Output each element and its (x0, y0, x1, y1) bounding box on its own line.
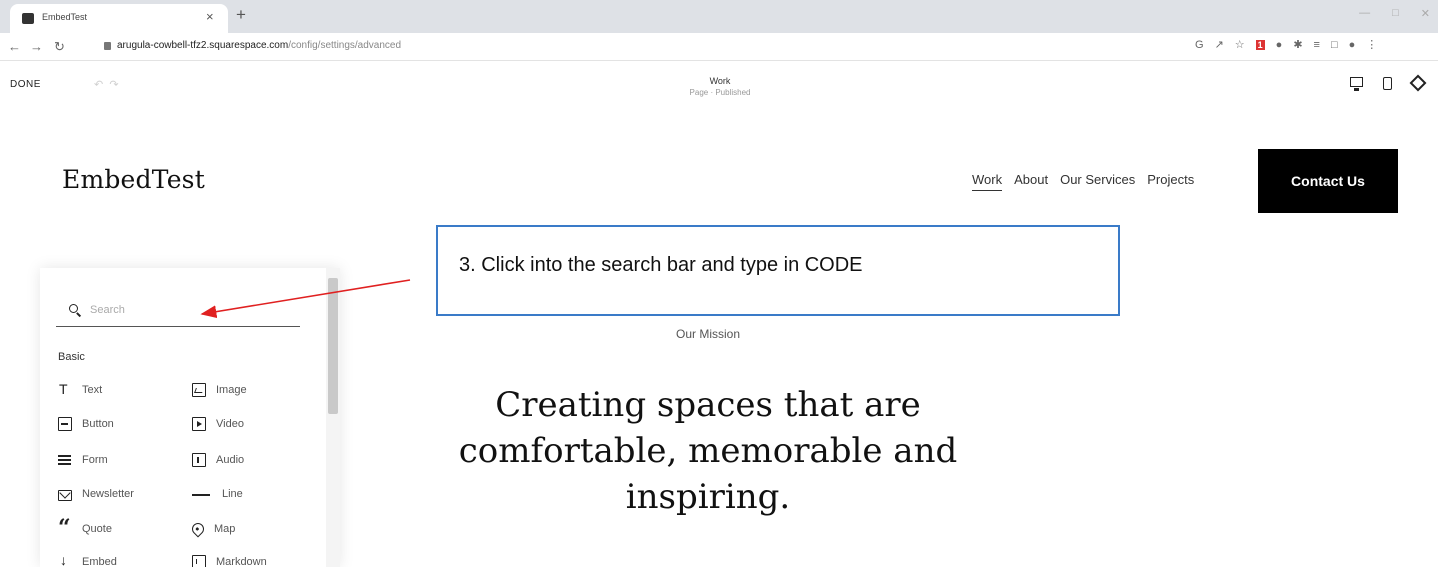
block-label: Video (216, 418, 244, 430)
block-label: Audio (216, 454, 245, 466)
forward-icon[interactable]: → (30, 39, 43, 54)
text-icon (58, 381, 72, 397)
block-label: Form (82, 454, 108, 466)
block-label: Button (82, 418, 114, 430)
page-title: Work (709, 76, 731, 86)
extension-color-icon[interactable]: ● (1276, 39, 1283, 51)
block-video[interactable]: Video (192, 416, 244, 432)
block-label: Embed (82, 556, 117, 567)
extension-icons: G ↗ ☆ 1 ● ✱ ≡ □ ● ⋮ (1195, 38, 1377, 52)
url-path: /config/settings/advanced (288, 40, 402, 51)
undo-redo: ↶ ↷ (94, 78, 119, 91)
done-button[interactable]: DONE (10, 79, 41, 90)
block-form[interactable]: Form (58, 452, 108, 468)
form-icon (58, 453, 72, 467)
back-icon[interactable]: ← (8, 39, 21, 54)
embed-icon (58, 552, 72, 567)
menu-icon[interactable]: ⋮ (1366, 38, 1377, 51)
undo-icon[interactable]: ↶ (94, 79, 103, 91)
markdown-icon (192, 555, 206, 567)
puzzle-icon[interactable]: ✱ (1293, 38, 1302, 51)
window-controls: — □ ✕ (1359, 7, 1430, 20)
block-label: Line (222, 488, 243, 500)
contact-us-button[interactable]: Contact Us (1258, 149, 1398, 213)
hero-headline: Creating spaces that are comfortable, me… (458, 385, 958, 517)
block-embed[interactable]: Embed (58, 552, 117, 567)
envelope-icon (58, 489, 72, 501)
sidepanel-icon[interactable]: □ (1331, 39, 1338, 51)
reload-icon[interactable]: ↻ (54, 39, 65, 55)
url-field[interactable]: arugula-cowbell-tfz2.squarespace.com/con… (117, 40, 401, 51)
map-pin-icon (189, 520, 207, 538)
page-info: Work Page · Published (640, 76, 800, 98)
block-line[interactable]: Line (192, 486, 243, 502)
image-icon (192, 383, 206, 397)
browser-tabstrip: EmbedTest × + — □ ✕ (0, 0, 1438, 33)
device-toggle (1350, 74, 1427, 92)
share-icon[interactable]: ↗ (1215, 38, 1224, 51)
block-label: Image (216, 384, 247, 396)
lock-icon (104, 42, 111, 50)
block-search (56, 294, 300, 327)
block-map[interactable]: Map (189, 520, 236, 538)
block-markdown[interactable]: Markdown (192, 554, 267, 567)
star-icon[interactable]: ☆ (1235, 38, 1245, 51)
add-block-panel: Basic Text Image Button Video Form Audio… (40, 268, 340, 567)
nav-item-projects[interactable]: Projects (1147, 172, 1194, 191)
instruction-text: 3. Click into the search bar and type in… (459, 254, 863, 276)
nav-item-services[interactable]: Our Services (1060, 172, 1135, 191)
address-bar: ← → ↻ arugula-cowbell-tfz2.squarespace.c… (0, 33, 1438, 61)
block-text[interactable]: Text (58, 381, 103, 398)
new-tab-button[interactable]: + (236, 6, 246, 23)
site-styles-icon[interactable] (1409, 74, 1427, 92)
block-label: Quote (82, 523, 112, 535)
editor-toolbar: DONE ↶ ↷ Work Page · Published (0, 61, 1438, 111)
desktop-view-icon[interactable] (1350, 77, 1363, 91)
button-icon (58, 417, 72, 431)
block-label: Map (214, 523, 236, 535)
browser-tab[interactable]: EmbedTest × (10, 4, 228, 33)
extension-red-icon[interactable]: 1 (1255, 39, 1265, 50)
quote-icon (58, 515, 72, 541)
block-audio[interactable]: Audio (192, 452, 244, 468)
page-status: Page · Published (689, 88, 751, 97)
favicon-icon (22, 13, 34, 24)
instruction-callout: 3. Click into the search bar and type in… (436, 225, 1120, 316)
block-label: Text (82, 384, 103, 396)
block-label: Newsletter (82, 488, 134, 500)
nav-item-work[interactable]: Work (972, 172, 1003, 191)
video-icon (192, 417, 206, 431)
tab-close-icon[interactable]: × (206, 9, 214, 24)
site-nav: Work About Our Services Projects (972, 172, 1194, 191)
mission-label: Our Mission (675, 327, 740, 341)
section-basic-label: Basic (58, 351, 85, 363)
url-host: arugula-cowbell-tfz2.squarespace.com (117, 40, 289, 51)
google-icon[interactable]: G (1195, 39, 1204, 51)
nav-item-about[interactable]: About (1014, 172, 1048, 191)
audio-icon (192, 453, 206, 467)
tab-title: EmbedTest (42, 12, 88, 22)
site-logo[interactable]: EmbedTest (62, 165, 205, 194)
block-image[interactable]: Image (192, 382, 247, 398)
redo-icon[interactable]: ↷ (109, 79, 118, 91)
line-icon (192, 487, 212, 501)
close-window-icon[interactable]: ✕ (1421, 7, 1430, 20)
minimize-icon[interactable]: — (1359, 7, 1370, 20)
reading-list-icon[interactable]: ≡ (1314, 39, 1320, 51)
block-label: Markdown (216, 556, 267, 567)
block-newsletter[interactable]: Newsletter (58, 486, 134, 502)
block-quote[interactable]: Quote (58, 515, 112, 541)
mobile-view-icon[interactable] (1383, 77, 1392, 90)
search-input[interactable] (90, 300, 290, 320)
panel-scroll-thumb[interactable] (328, 278, 338, 414)
panel-scrollbar[interactable] (326, 268, 340, 567)
block-button[interactable]: Button (58, 416, 114, 432)
maximize-icon[interactable]: □ (1392, 7, 1399, 20)
search-icon (69, 304, 78, 313)
profile-icon[interactable]: ● (1349, 39, 1356, 51)
